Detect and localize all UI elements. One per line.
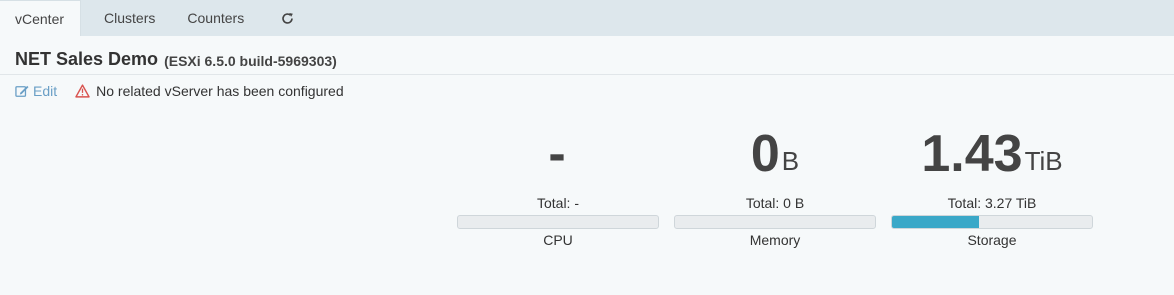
stat-value: - [457, 120, 659, 180]
stat-label: CPU [543, 232, 573, 248]
usage-bar [674, 215, 876, 229]
page-subtitle: (ESXi 6.5.0 build-5969303) [164, 52, 337, 69]
tab-bar: vCenter Clusters Counters [0, 0, 1174, 36]
resource-stats: - Total: - CPU 0 B Total: 0 B Memory 1.4… [457, 120, 1108, 248]
stat-number: 0 [750, 125, 780, 183]
tab-counters[interactable]: Counters [171, 0, 260, 36]
edit-label: Edit [33, 83, 58, 99]
stat-label: Storage [967, 232, 1017, 248]
usage-bar [457, 215, 659, 229]
edit-icon [15, 85, 29, 97]
tab-vcenter[interactable]: vCenter [0, 0, 82, 36]
stat-total: Total: 3.27 TiB [947, 195, 1037, 211]
action-row: Edit No related vServer has been configu… [0, 75, 1174, 107]
usage-bar-fill [892, 216, 980, 228]
refresh-icon [282, 12, 294, 24]
stat-unit: TiB [1024, 146, 1063, 176]
stat-value: 0 B [674, 120, 876, 180]
stat-total: Total: - [536, 195, 579, 211]
stat-total: Total: 0 B [745, 195, 805, 211]
page-header: NET Sales Demo (ESXi 6.5.0 build-5969303… [0, 36, 1174, 75]
warning-text: No related vServer has been configured [96, 83, 344, 99]
stat-value: 1.43 TiB [891, 120, 1093, 180]
warning-message: No related vServer has been configured [75, 83, 344, 99]
edit-button[interactable]: Edit [15, 83, 57, 99]
tab-label: Clusters [104, 10, 156, 26]
tab-clusters[interactable]: Clusters [88, 0, 171, 36]
stat-memory: 0 B Total: 0 B Memory [674, 120, 876, 248]
stat-number: 1.43 [921, 125, 1023, 183]
warning-triangle-icon [75, 84, 90, 98]
page-title: NET Sales Demo [15, 49, 159, 69]
stat-number: - [548, 125, 566, 183]
stat-cpu: - Total: - CPU [457, 120, 659, 248]
stat-unit: B [781, 146, 800, 176]
tab-label: Counters [187, 10, 245, 26]
stat-storage: 1.43 TiB Total: 3.27 TiB Storage [891, 120, 1093, 248]
tab-label: vCenter [15, 10, 65, 27]
usage-bar [891, 215, 1093, 229]
refresh-button[interactable] [260, 0, 310, 36]
stat-label: Memory [749, 232, 801, 248]
